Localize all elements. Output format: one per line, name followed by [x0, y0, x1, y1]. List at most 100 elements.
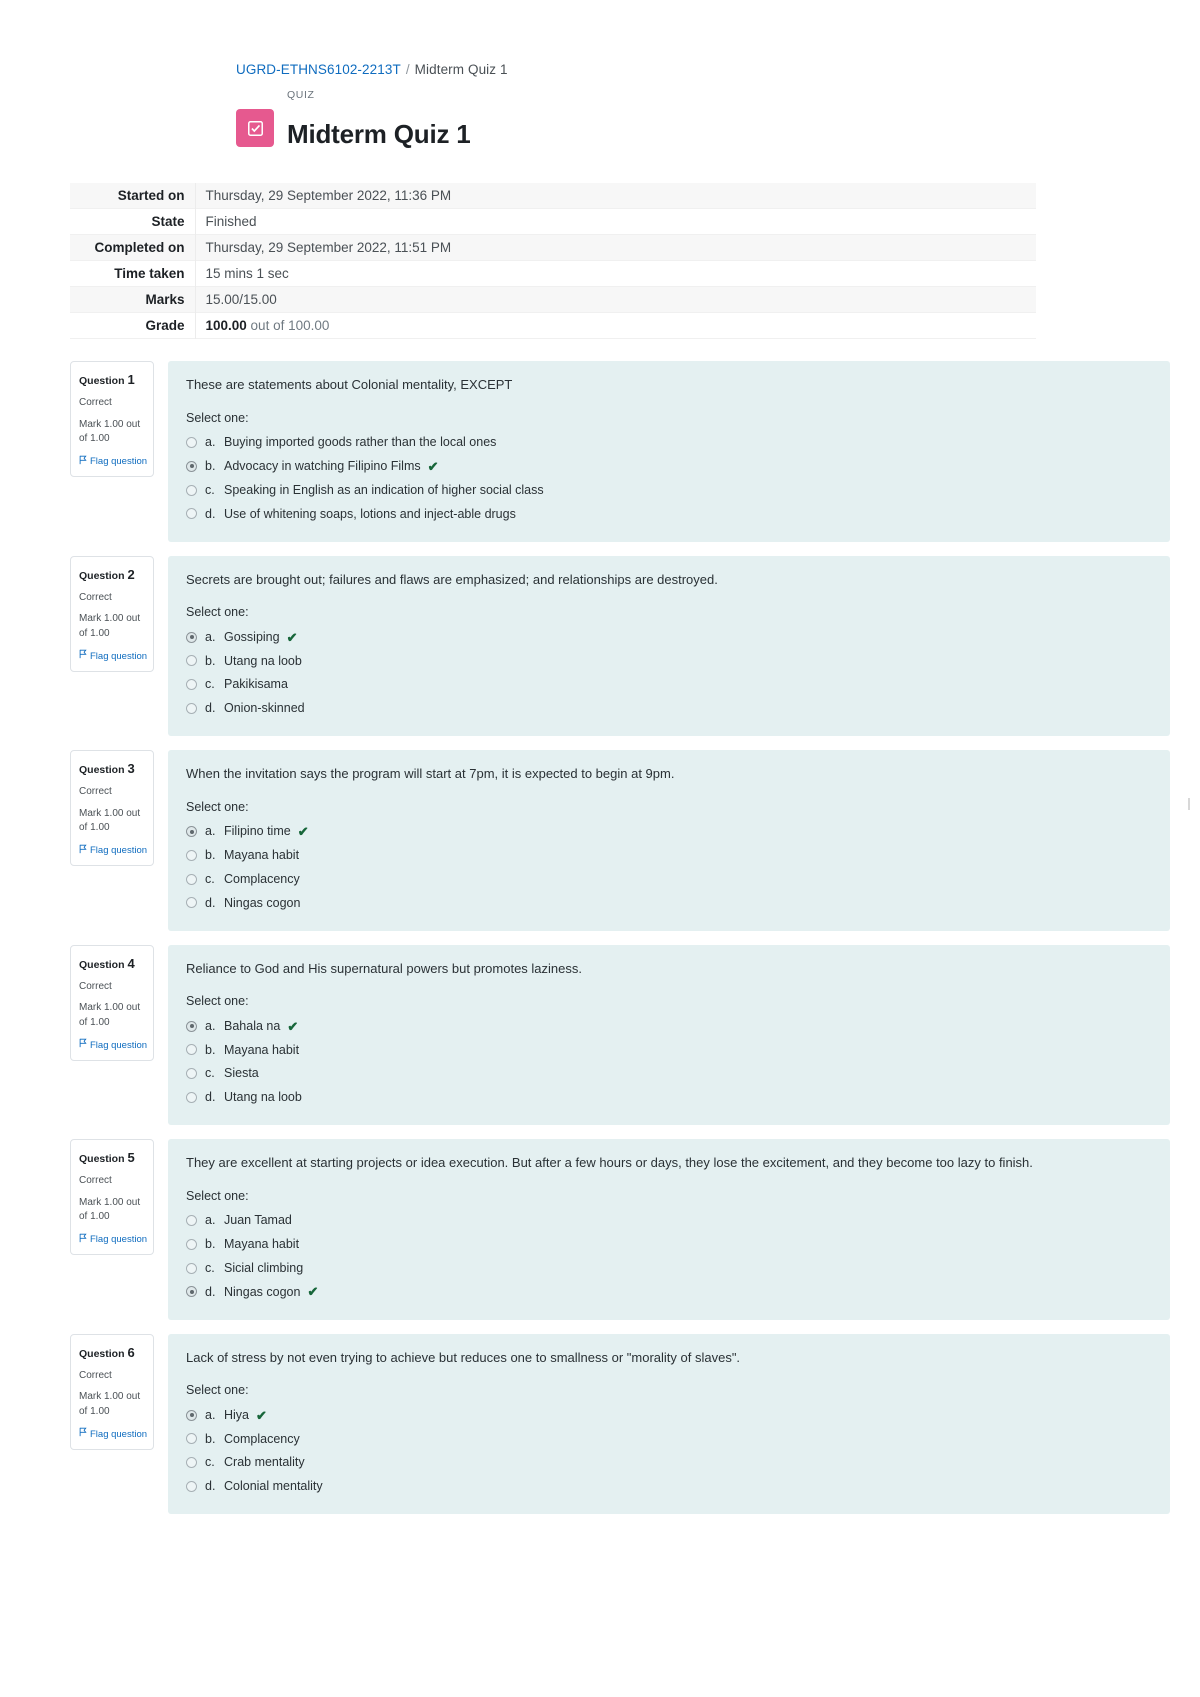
radio-selected-icon[interactable] [186, 1409, 197, 1421]
answer-text: Ningas cogon [224, 1284, 301, 1299]
row-value-grade: 100.00 out of 100.00 [194, 312, 1036, 339]
answer-letter: d. [205, 506, 216, 521]
radio-unselected-icon[interactable] [186, 655, 197, 667]
radio-unselected-icon[interactable] [186, 679, 197, 691]
radio-selected-icon[interactable] [186, 460, 197, 472]
radio-unselected-icon[interactable] [186, 1215, 197, 1227]
answer-option[interactable]: b. Mayana habit [186, 1038, 1152, 1062]
radio-unselected-icon[interactable] [186, 849, 197, 861]
answer-option[interactable]: a. Hiya ✔ [186, 1403, 1152, 1427]
question-state: Correct [79, 591, 112, 603]
breadcrumb-course-link[interactable]: UGRD-ETHNS6102-2213T [236, 62, 401, 77]
answer-option[interactable]: c. Complacency [186, 867, 1152, 891]
radio-unselected-icon[interactable] [186, 508, 197, 520]
row-value-time-taken: 15 mins 1 sec [194, 260, 1036, 287]
question-mark: Mark 1.00 out of 1.00 [79, 1391, 141, 1417]
answer-option[interactable]: c. Sicial climbing [186, 1256, 1152, 1280]
answer-option[interactable]: c. Speaking in English as an indication o… [186, 478, 1152, 502]
flag-question-button[interactable]: Flag question [79, 1427, 147, 1442]
radio-unselected-icon[interactable] [186, 437, 197, 449]
answer-option[interactable]: a. Filipino time ✔ [186, 820, 1152, 844]
radio-selected-icon[interactable] [186, 631, 197, 643]
answer-option[interactable]: b. Complacency [186, 1427, 1152, 1451]
radio-unselected-icon[interactable] [186, 1457, 197, 1469]
answer-option[interactable]: b. Advocacy in watching Filipino Films ✔ [186, 455, 1152, 479]
answer-option[interactable]: d. Use of whitening soaps, lotions and in… [186, 502, 1152, 526]
radio-selected-icon[interactable] [186, 826, 197, 838]
flag-question-button[interactable]: Flag question [79, 844, 147, 859]
radio-unselected-icon[interactable] [186, 1433, 197, 1445]
question-block: Question 6 Correct Mark 1.00 out of 1.00 Fl… [0, 1333, 1200, 1515]
flag-question-label: Flag question [90, 650, 148, 662]
answer-option[interactable]: a. Juan Tamad [186, 1209, 1152, 1233]
question-number: Question 1 [79, 371, 145, 390]
correct-answer-check-icon: ✔ [256, 1407, 267, 1423]
radio-selected-icon[interactable] [186, 1286, 197, 1298]
correct-answer-check-icon: ✔ [287, 1018, 299, 1034]
answer-letter: b. [205, 848, 216, 863]
scroll-edge-mark [1188, 798, 1190, 810]
question-index: 5 [127, 1150, 135, 1166]
radio-unselected-icon[interactable] [186, 1068, 197, 1080]
answer-letter: a. [205, 824, 216, 839]
flag-question-button[interactable]: Flag question [79, 455, 147, 470]
flag-question-button[interactable]: Flag question [79, 1038, 147, 1053]
answer-option[interactable]: d. Utang na loob [186, 1086, 1152, 1110]
answer-option[interactable]: b. Mayana habit [186, 1233, 1152, 1257]
question-body: Lack of stress by not even trying to ach… [168, 1333, 1170, 1515]
answer-option[interactable]: c. Crab mentality [186, 1451, 1152, 1475]
table-row-started-on: Started on Thursday, 29 September 2022, … [70, 183, 1036, 209]
question-block: Question 2 Correct Mark 1.00 out of 1.00 Fl… [0, 555, 1200, 737]
question-state: Correct [79, 786, 112, 798]
question-word: Question [79, 1153, 125, 1166]
answer-text: Mayana habit [224, 1237, 300, 1252]
answer-option[interactable]: a. Gossiping ✔ [186, 625, 1152, 649]
question-body: These are statements about Colonial ment… [168, 361, 1170, 542]
answer-options-list: a. Buying imported goods rather than the … [186, 431, 1152, 526]
row-label-time-taken: Time taken [114, 266, 185, 282]
table-row-marks: Marks 15.00/15.00 [70, 286, 1036, 313]
answer-option[interactable]: b. Utang na loob [186, 649, 1152, 673]
correct-answer-check-icon: ✔ [297, 824, 309, 840]
title-row: QUIZ Midterm Quiz 1 [236, 89, 1200, 167]
radio-unselected-icon[interactable] [186, 1044, 197, 1056]
table-row-completed-on: Completed on Thursday, 29 September 2022… [70, 234, 1036, 261]
answer-options-list: a. Filipino time ✔ b. Mayana habit c. Complace… [186, 820, 1152, 915]
answer-option[interactable]: d. Colonial mentality [186, 1475, 1152, 1499]
answer-option[interactable]: c. Siesta [186, 1062, 1152, 1086]
radio-unselected-icon[interactable] [186, 484, 197, 496]
radio-selected-icon[interactable] [186, 1020, 197, 1032]
quiz-checkbox-icon [236, 109, 274, 148]
answer-option[interactable]: b. Mayana habit [186, 844, 1152, 868]
answer-letter: c. [205, 1066, 215, 1081]
answer-option[interactable]: d. Ningas cogon [186, 891, 1152, 915]
question-block: Question 5 Correct Mark 1.00 out of 1.00 Fl… [0, 1139, 1200, 1320]
answer-letter: d. [205, 1284, 216, 1299]
radio-unselected-icon[interactable] [186, 897, 197, 909]
radio-unselected-icon[interactable] [186, 1238, 197, 1250]
answer-option[interactable]: a. Buying imported goods rather than the … [186, 431, 1152, 455]
radio-unselected-icon[interactable] [186, 702, 197, 714]
radio-unselected-icon[interactable] [186, 1262, 197, 1274]
radio-unselected-icon[interactable] [186, 1480, 197, 1492]
answer-letter: b. [205, 653, 216, 668]
answer-option[interactable]: c. Pakikisama [186, 673, 1152, 697]
answer-letter: b. [205, 1431, 216, 1446]
question-text: Lack of stress by not even trying to ach… [186, 1349, 741, 1365]
question-mark: Mark 1.00 out of 1.00 [79, 613, 141, 639]
question-text: They are excellent at starting projects … [186, 1155, 1033, 1171]
answer-letter: a. [205, 1407, 216, 1422]
radio-unselected-icon[interactable] [186, 873, 197, 885]
answer-option[interactable]: a. Bahala na ✔ [186, 1014, 1152, 1038]
question-info-card: Question 1 Correct Mark 1.00 out of 1.00 Fl… [70, 361, 154, 478]
flag-question-button[interactable]: Flag question [79, 649, 148, 664]
question-info-card: Question 2 Correct Mark 1.00 out of 1.00 Fl… [70, 555, 154, 672]
answer-option[interactable]: d. Ningas cogon ✔ [186, 1280, 1152, 1304]
radio-unselected-icon[interactable] [186, 1091, 197, 1103]
flag-question-button[interactable]: Flag question [79, 1233, 147, 1248]
answer-letter: b. [205, 459, 216, 474]
answer-option[interactable]: d. Onion-skinned [186, 697, 1152, 721]
quiz-review-page: UGRD-ETHNS6102-2213T / Midterm Quiz 1 QUIZ… [0, 0, 1200, 1515]
flag-icon [79, 844, 87, 859]
answer-letter: c. [205, 482, 215, 497]
